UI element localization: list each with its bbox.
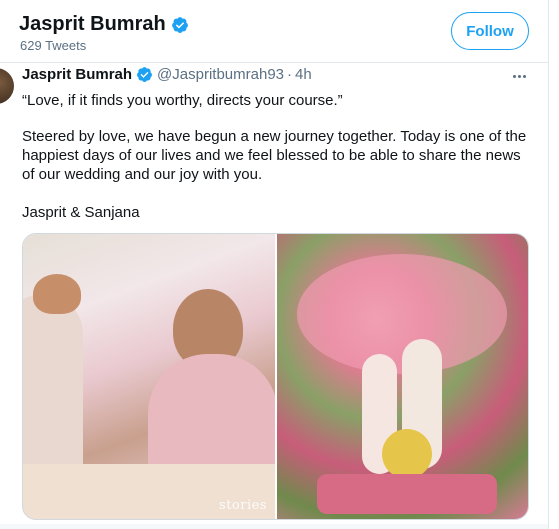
verified-badge-icon (137, 67, 152, 82)
tweet-author-name[interactable]: Jasprit Bumrah (22, 66, 132, 83)
verified-badge-icon (171, 16, 188, 33)
profile-header: Jasprit Bumrah 629 Tweets Follow (0, 0, 548, 62)
avatar[interactable] (0, 68, 14, 104)
tweet-count: 629 Tweets (20, 38, 87, 53)
tweet-quote: “Love, if it finds you worthy, directs y… (22, 92, 343, 109)
more-options-icon[interactable] (506, 68, 532, 84)
groom-turban (33, 274, 81, 314)
wedding-photo-ceremony[interactable] (277, 234, 528, 519)
tweet-header: Jasprit Bumrah @Jaspritbumrah93 · 4h (22, 66, 312, 83)
wedding-photo-couple[interactable]: stories (23, 234, 275, 519)
priest-turban (382, 429, 432, 479)
separator-dot: · (287, 66, 292, 83)
more-dot (522, 74, 526, 78)
more-dot (517, 74, 521, 78)
flower-platform (317, 474, 497, 514)
tweet-media: stories (22, 233, 529, 520)
follow-button[interactable]: Follow (451, 12, 529, 50)
tweet-signoff: Jasprit & Sanjana (22, 204, 140, 221)
profile-name: Jasprit Bumrah (19, 13, 166, 35)
tweet-handle[interactable]: @Jaspritbumrah93 (157, 66, 284, 83)
divider (0, 62, 548, 63)
tweet-timestamp[interactable]: 4h (295, 66, 312, 83)
profile-name-row: Jasprit Bumrah (19, 13, 189, 36)
more-dot (512, 74, 516, 78)
photo-watermark: stories (219, 498, 267, 513)
scrollbar-track[interactable] (548, 0, 559, 529)
tweet-body: Steered by love, we have begun a new jou… (22, 128, 527, 183)
bottom-edge (0, 524, 548, 529)
